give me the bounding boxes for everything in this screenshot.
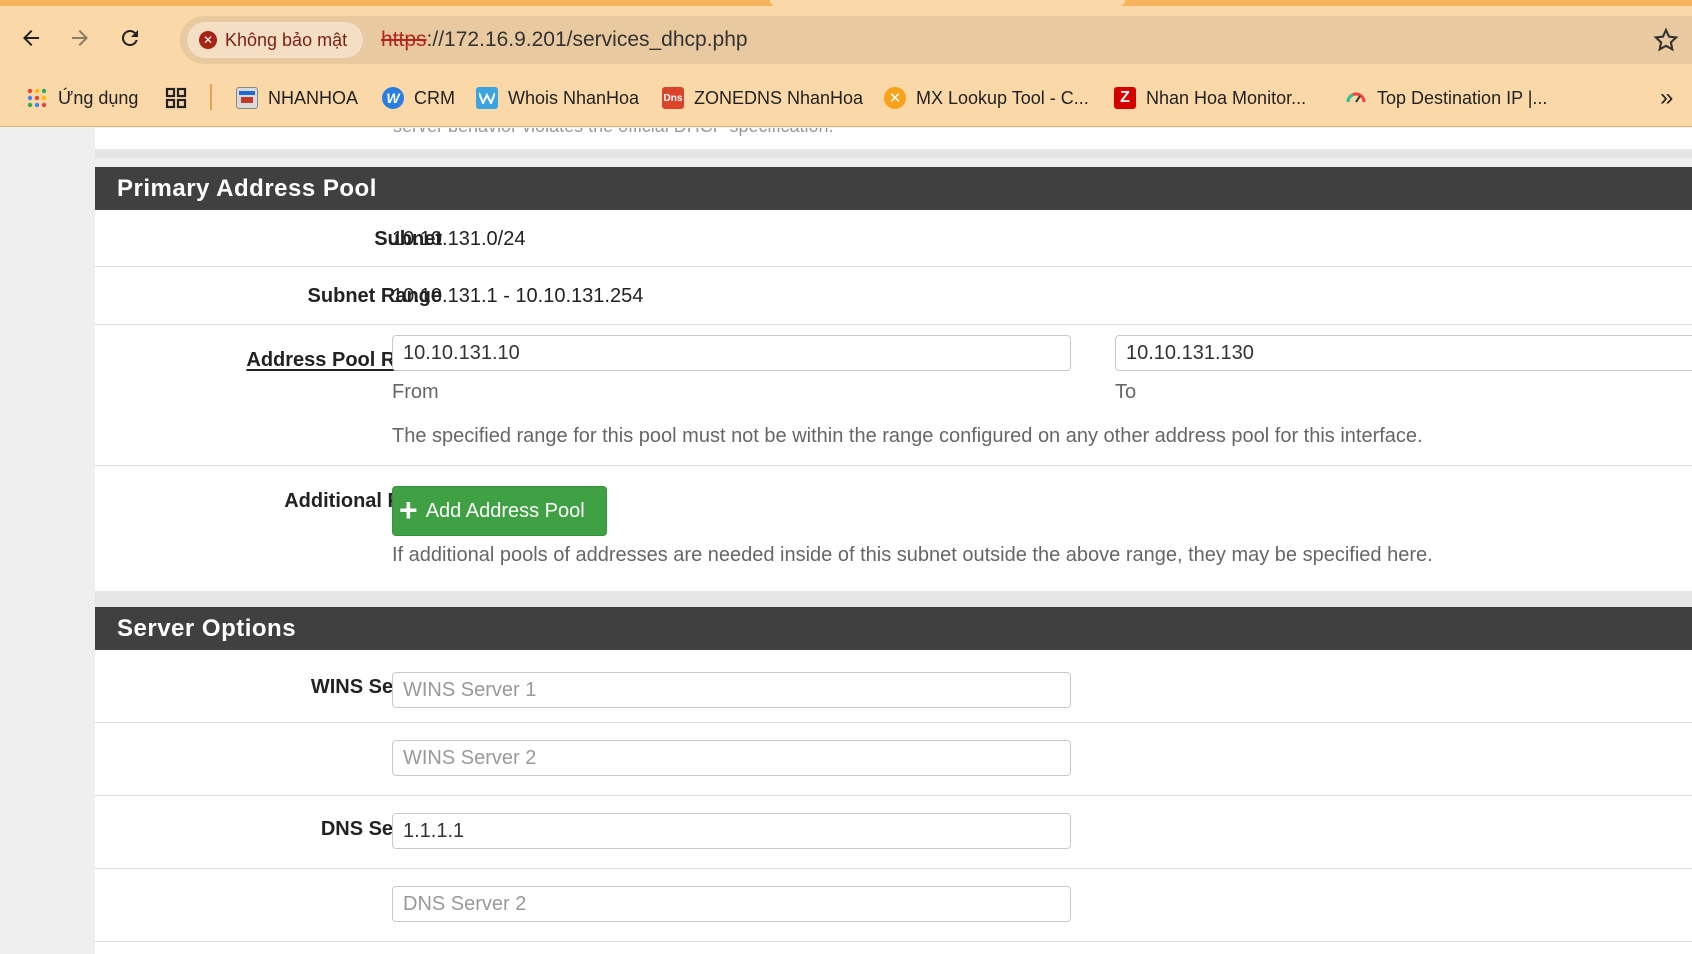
bookmark-label: Whois NhanHoa <box>508 87 640 108</box>
add-address-pool-button[interactable]: + Add Address Pool <box>392 486 607 536</box>
gauge-icon <box>1345 87 1367 109</box>
to-help: To <box>1115 381 1137 403</box>
whois-icon <box>476 87 498 109</box>
bookmark-nhanhoa[interactable]: NHANHOA <box>236 84 358 112</box>
wins-server-2-row: WINS Server 2 <box>95 723 1692 796</box>
page-content: server behavior violates the official DH… <box>0 128 1692 954</box>
nhanhoa-icon <box>236 87 258 109</box>
apps-grid-icon <box>26 87 48 109</box>
reload-icon <box>121 29 138 46</box>
plus-icon: + <box>399 492 418 528</box>
from-help: From <box>392 381 439 403</box>
wins-server-1-row: WINS Servers WINS Server 1 <box>95 650 1692 723</box>
panel-gap <box>95 591 1692 607</box>
additional-pools-row: Additional Pools + Add Address Pool If a… <box>95 466 1692 591</box>
subnet-range-value: 10.10.131.1 - 10.10.131.254 <box>392 285 644 307</box>
wins-server-2-input[interactable]: WINS Server 2 <box>392 740 1071 776</box>
server-options-header: Server Options <box>95 607 1692 650</box>
forward-arrow-icon <box>72 30 88 46</box>
bookmark-apps[interactable]: Ứng dụng <box>26 84 138 112</box>
section-title: Server Options <box>117 614 297 642</box>
bookmark-label: NHANHOA <box>268 87 359 108</box>
bookmark-crm[interactable]: W CRM <box>382 84 455 112</box>
crm-w-icon: W <box>382 87 404 109</box>
security-indicator[interactable]: ✕ Không bảo mật <box>187 22 364 58</box>
clipped-help-text: server behavior violates the official DH… <box>393 128 834 137</box>
primary-address-pool-panel: Subnet 10.10.131.0/24 Subnet Range 10.10… <box>95 210 1692 591</box>
range-help-text: The specified range for this pool must n… <box>392 425 1423 447</box>
back-arrow-icon <box>23 30 39 46</box>
bookmarks-separator <box>210 84 212 110</box>
subnet-range-row: Subnet Range 10.10.131.1 - 10.10.131.254 <box>95 267 1692 325</box>
server-options-panel: WINS Servers WINS Server 1 WINS Server 2… <box>95 650 1692 954</box>
zabbix-z-icon: Z <box>1114 87 1136 109</box>
bookmarks-bar: Ứng dụng NHANHOA W CRM Whois NhanHoa Dns… <box>0 70 1692 127</box>
panel-gap <box>95 149 1692 158</box>
dns-server-2-input[interactable]: DNS Server 2 <box>392 886 1071 922</box>
dns-server-1-input[interactable]: 1.1.1.1 <box>392 813 1071 849</box>
url-path: ://172.16.9.201/services_dhcp.php <box>426 28 748 51</box>
mx-icon: ✕ <box>884 87 906 109</box>
tab-groups-icon <box>165 87 187 109</box>
address-bar[interactable]: ✕ Không bảo mật https://172.16.9.201/ser… <box>180 16 1692 64</box>
bookmark-zonedns[interactable]: Dns ZONEDNS NhanHoa <box>662 84 863 112</box>
dns-icon: Dns <box>662 87 684 109</box>
url-scheme: https <box>381 28 427 51</box>
subnet-value: 10.10.131.0/24 <box>392 228 526 250</box>
browser-toolbar: ✕ Không bảo mật https://172.16.9.201/ser… <box>0 6 1692 70</box>
wins-server-1-input[interactable]: WINS Server 1 <box>392 672 1071 708</box>
url-text[interactable]: https://172.16.9.201/services_dhcp.php <box>381 28 748 52</box>
pool-range-from-input[interactable]: 10.10.131.10 <box>392 335 1071 371</box>
bookmark-label: Nhan Hoa Monitor... <box>1146 87 1307 108</box>
security-label: Không bảo mật <box>225 29 348 50</box>
bookmarks-overflow-button[interactable]: » <box>1660 84 1673 112</box>
bookmark-top-destination[interactable]: Top Destination IP |... <box>1345 84 1547 112</box>
dns-server-1-row: DNS Servers 1.1.1.1 <box>95 796 1692 869</box>
bookmark-label: CRM <box>414 87 455 108</box>
pool-range-to-input[interactable]: 10.10.131.130 <box>1115 335 1692 371</box>
primary-address-pool-header: Primary Address Pool <box>95 167 1692 210</box>
additional-pools-help: If additional pools of addresses are nee… <box>392 544 1433 566</box>
bookmark-label: Top Destination IP |... <box>1377 87 1548 108</box>
bookmark-mx-lookup[interactable]: ✕ MX Lookup Tool - C... <box>884 84 1089 112</box>
subnet-row: Subnet 10.10.131.0/24 <box>95 210 1692 267</box>
address-pool-range-row: Address Pool Range 10.10.131.10 10.10.13… <box>95 325 1692 466</box>
reload-button[interactable] <box>110 18 150 58</box>
bookmark-label: MX Lookup Tool - C... <box>916 87 1089 108</box>
previous-panel-bottom: server behavior violates the official DH… <box>95 128 1692 149</box>
bookmark-label: Ứng dụng <box>58 87 139 108</box>
bookmark-tab-groups[interactable] <box>165 84 187 112</box>
add-address-pool-label: Add Address Pool <box>425 499 585 522</box>
bookmark-monitor[interactable]: Z Nhan Hoa Monitor... <box>1114 84 1306 112</box>
dns-server-2-row: DNS Server 2 <box>95 869 1692 942</box>
back-button[interactable] <box>11 18 51 58</box>
not-secure-icon: ✕ <box>199 31 217 49</box>
section-title: Primary Address Pool <box>117 174 377 202</box>
forward-button[interactable] <box>60 18 100 58</box>
bookmark-star-icon[interactable] <box>1652 26 1680 54</box>
overflow-chevron-icon: » <box>1660 84 1674 111</box>
bookmark-whois[interactable]: Whois NhanHoa <box>476 84 639 112</box>
bookmark-label: ZONEDNS NhanHoa <box>694 87 864 108</box>
